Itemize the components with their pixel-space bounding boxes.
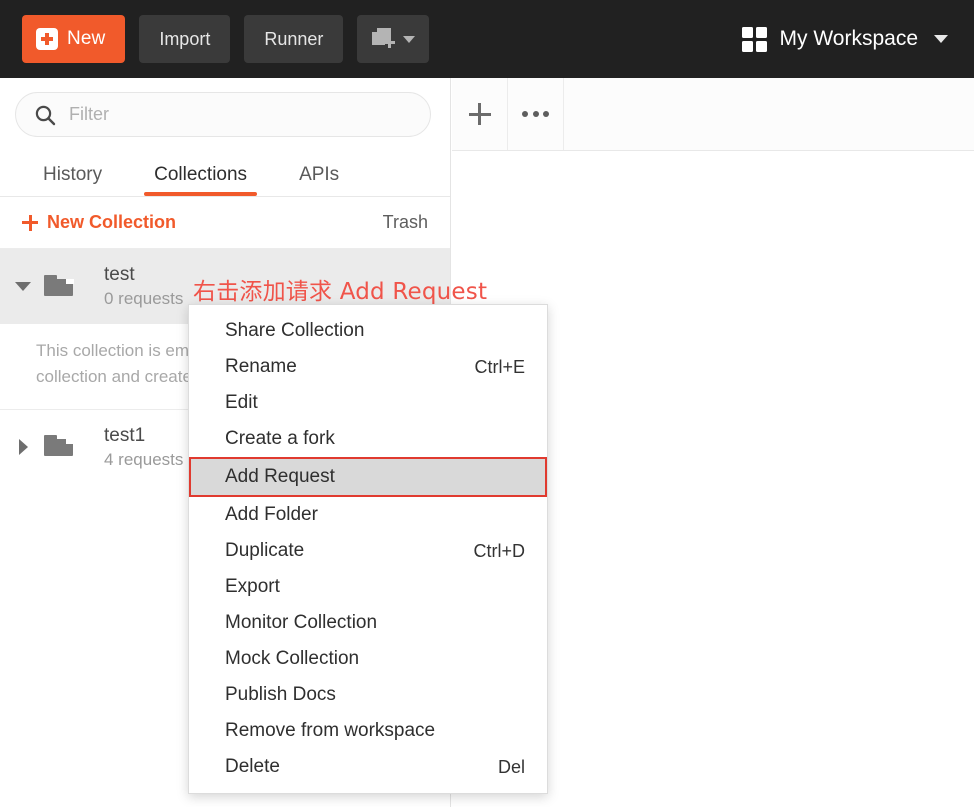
menu-item-label: Add Request bbox=[225, 466, 335, 487]
trash-button[interactable]: Trash bbox=[383, 212, 428, 233]
menu-item-export[interactable]: Export bbox=[189, 569, 547, 605]
grid-icon bbox=[741, 26, 767, 52]
collection-name: test1 bbox=[104, 424, 146, 446]
plus-icon bbox=[468, 103, 491, 125]
chevron-expanded-icon[interactable] bbox=[14, 278, 32, 296]
tab-apis[interactable]: APIs bbox=[273, 164, 365, 196]
menu-item-label: Rename bbox=[225, 356, 297, 377]
menu-item-label: Duplicate bbox=[225, 540, 305, 561]
plus-icon bbox=[22, 214, 38, 231]
menu-item-add-request[interactable]: Add Request bbox=[189, 457, 547, 497]
menu-item-shortcut: Ctrl+D bbox=[473, 540, 525, 561]
search-icon bbox=[35, 105, 56, 125]
tab-collections[interactable]: Collections bbox=[128, 164, 273, 196]
new-tab-dropdown-button[interactable] bbox=[357, 15, 430, 63]
menu-item-duplicate[interactable]: Duplicate Ctrl+D bbox=[189, 533, 547, 569]
menu-item-label: Add Folder bbox=[225, 504, 318, 525]
new-collection-label: New Collection bbox=[47, 212, 177, 232]
collections-subbar: New Collection Trash bbox=[0, 197, 450, 249]
workspace-selector[interactable]: My Workspace bbox=[741, 26, 952, 52]
menu-item-label: Share Collection bbox=[225, 320, 365, 341]
new-collection-button[interactable]: New Collection bbox=[22, 212, 176, 233]
tab-options-button[interactable] bbox=[508, 78, 564, 150]
collection-request-count: 0 requests bbox=[104, 289, 184, 308]
menu-item-label: Mock Collection bbox=[225, 648, 360, 669]
sidebar-tabs: History Collections APIs bbox=[0, 147, 450, 197]
collection-text: test1 4 requests bbox=[86, 425, 183, 470]
menu-item-shortcut: Del bbox=[497, 756, 525, 777]
menu-item-monitor-collection[interactable]: Monitor Collection bbox=[189, 605, 547, 641]
filter-container bbox=[0, 78, 450, 147]
runner-button[interactable]: Runner bbox=[244, 15, 344, 63]
ellipsis-icon bbox=[522, 111, 549, 117]
new-tab-icon bbox=[371, 28, 396, 50]
collection-name: test bbox=[104, 264, 135, 285]
request-tab-strip bbox=[452, 78, 974, 151]
chevron-down-icon bbox=[402, 35, 415, 43]
menu-item-remove-from-workspace[interactable]: Remove from workspace bbox=[189, 713, 547, 749]
folder-icon bbox=[44, 274, 74, 299]
folder-icon bbox=[44, 435, 74, 459]
workspace-label: My Workspace bbox=[779, 27, 918, 50]
menu-item-shortcut: Ctrl+E bbox=[474, 356, 525, 377]
search-input[interactable] bbox=[69, 104, 412, 125]
menu-item-label: Publish Docs bbox=[225, 684, 336, 705]
new-request-tab-button[interactable] bbox=[452, 78, 508, 150]
tab-history[interactable]: History bbox=[17, 164, 128, 196]
search-box[interactable] bbox=[15, 92, 431, 137]
menu-item-label: Delete bbox=[225, 756, 280, 777]
new-button[interactable]: New bbox=[22, 15, 126, 63]
menu-item-label: Create a fork bbox=[225, 428, 335, 449]
import-button[interactable]: Import bbox=[139, 15, 231, 63]
new-button-label: New bbox=[67, 28, 106, 49]
menu-item-create-a-fork[interactable]: Create a fork bbox=[189, 421, 547, 457]
menu-item-label: Monitor Collection bbox=[225, 612, 378, 633]
menu-item-label: Remove from workspace bbox=[225, 720, 436, 741]
menu-item-mock-collection[interactable]: Mock Collection bbox=[189, 641, 547, 677]
menu-item-label: Edit bbox=[225, 392, 258, 413]
app-header: New Import Runner My Workspace bbox=[0, 0, 974, 78]
menu-item-delete[interactable]: Delete Del bbox=[189, 749, 547, 785]
chevron-collapsed-icon[interactable] bbox=[14, 438, 32, 456]
menu-item-add-folder[interactable]: Add Folder bbox=[189, 497, 547, 533]
menu-item-share-collection[interactable]: Share Collection bbox=[189, 313, 547, 349]
menu-item-edit[interactable]: Edit bbox=[189, 385, 547, 421]
collection-text: test 0 requests bbox=[86, 264, 183, 309]
chevron-down-icon bbox=[934, 35, 948, 43]
menu-item-label: Export bbox=[225, 576, 280, 597]
collection-context-menu: Share Collection Rename Ctrl+E Edit Crea… bbox=[188, 304, 548, 794]
header-actions: New Import Runner bbox=[22, 15, 430, 63]
menu-item-rename[interactable]: Rename Ctrl+E bbox=[189, 349, 547, 385]
postman-app-window: New Import Runner My Workspace Filter Hi… bbox=[0, 0, 974, 807]
annotation-label: 右击添加请求 Add Request bbox=[193, 279, 488, 305]
plus-square-icon bbox=[36, 28, 58, 50]
collection-request-count: 4 requests bbox=[104, 449, 184, 469]
menu-item-publish-docs[interactable]: Publish Docs bbox=[189, 677, 547, 713]
